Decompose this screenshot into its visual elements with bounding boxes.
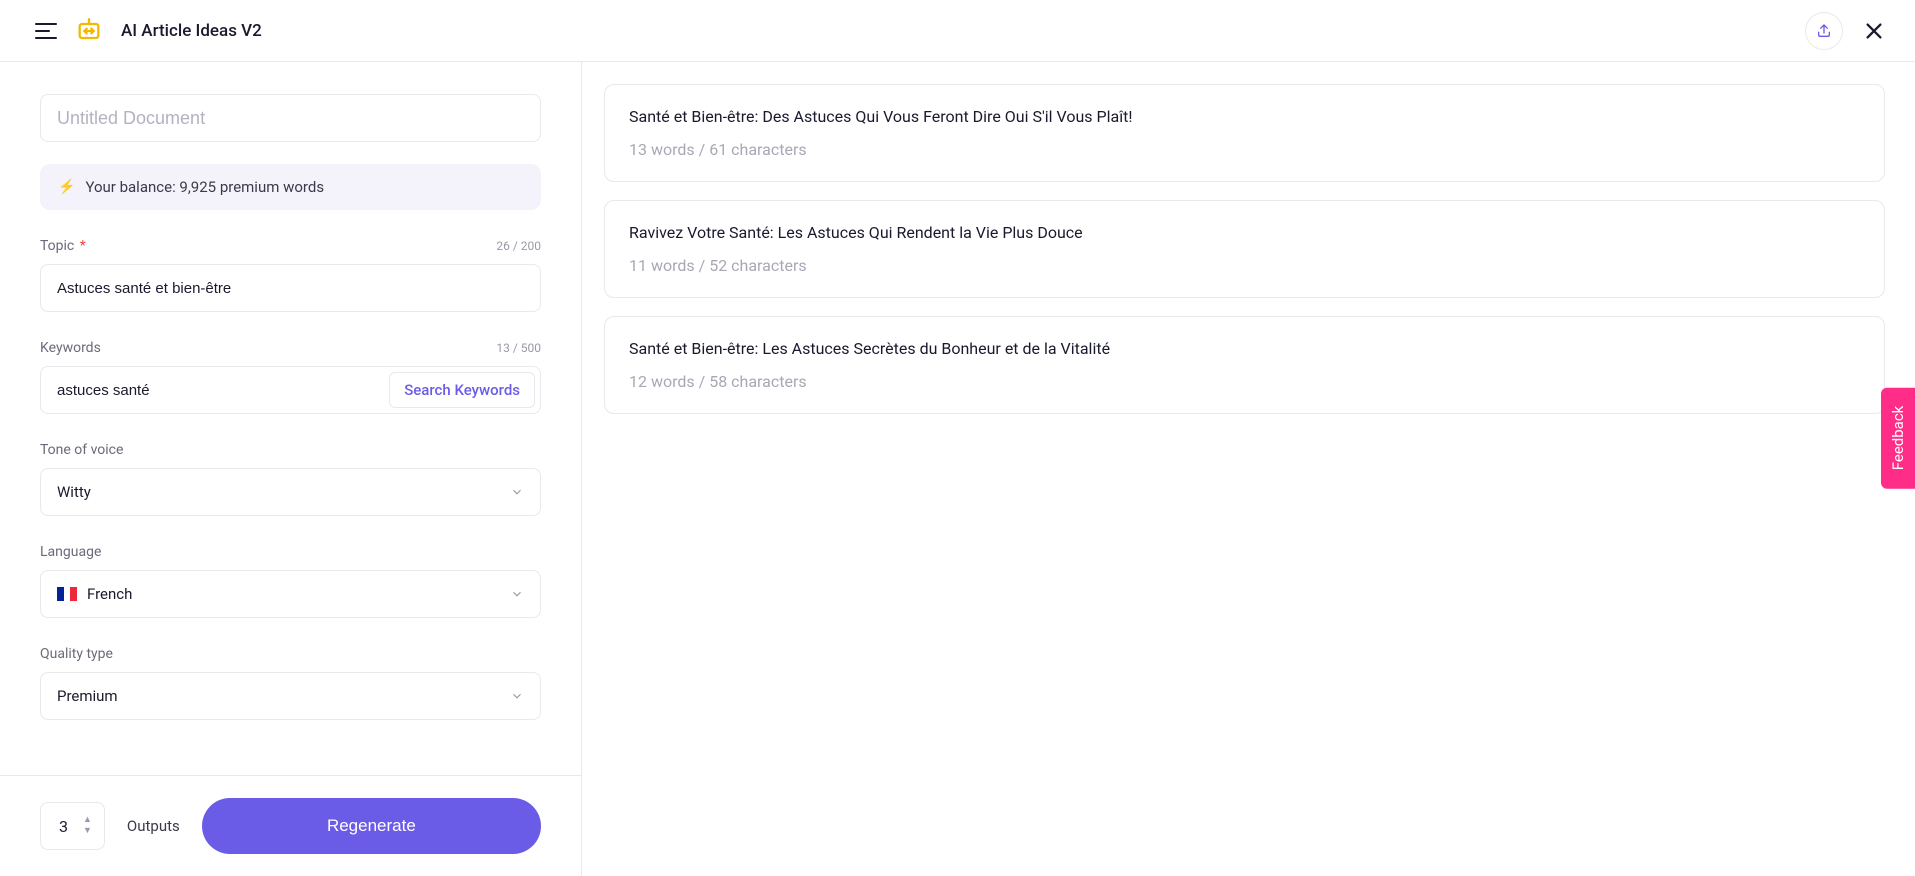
feedback-label: Feedback bbox=[1889, 406, 1907, 471]
sidebar: ⚡ Your balance: 9,925 premium words Topi… bbox=[0, 62, 582, 876]
regenerate-button[interactable]: Regenerate bbox=[202, 798, 541, 854]
document-title-input[interactable] bbox=[40, 94, 541, 142]
result-card[interactable]: Santé et Bien-être: Des Astuces Qui Vous… bbox=[604, 84, 1885, 182]
keywords-counter: 13 / 500 bbox=[496, 341, 541, 355]
result-meta: 12 words / 58 characters bbox=[629, 372, 1860, 391]
output-count-stepper[interactable]: 3 ▲ ▼ bbox=[40, 802, 105, 850]
language-select[interactable]: French bbox=[40, 570, 541, 618]
topic-input[interactable] bbox=[40, 264, 541, 312]
quality-select[interactable]: Premium bbox=[40, 672, 541, 720]
language-value: French bbox=[87, 585, 132, 603]
tone-label: Tone of voice bbox=[40, 442, 123, 458]
result-meta: 11 words / 52 characters bbox=[629, 256, 1860, 275]
app-title: AI Article Ideas V2 bbox=[121, 21, 262, 41]
topic-counter: 26 / 200 bbox=[496, 239, 541, 253]
app-logo-icon bbox=[75, 17, 103, 45]
app-header: AI Article Ideas V2 bbox=[0, 0, 1915, 62]
result-card[interactable]: Ravivez Votre Santé: Les Astuces Qui Ren… bbox=[604, 200, 1885, 298]
chevron-up-icon[interactable]: ▲ bbox=[83, 816, 92, 825]
balance-pill: ⚡ Your balance: 9,925 premium words bbox=[40, 164, 541, 210]
header-right bbox=[1805, 12, 1885, 50]
chevron-down-icon[interactable]: ▼ bbox=[83, 827, 92, 836]
outputs-label: Outputs bbox=[127, 817, 180, 835]
share-button[interactable] bbox=[1805, 12, 1843, 50]
feedback-tab[interactable]: Feedback bbox=[1881, 388, 1915, 489]
language-label: Language bbox=[40, 544, 101, 560]
search-keywords-button[interactable]: Search Keywords bbox=[389, 372, 535, 408]
header-left: AI Article Ideas V2 bbox=[35, 17, 262, 45]
chevron-down-icon bbox=[510, 485, 524, 499]
close-icon[interactable] bbox=[1863, 20, 1885, 42]
chevron-down-icon bbox=[510, 587, 524, 601]
result-title: Santé et Bien-être: Les Astuces Secrètes… bbox=[629, 339, 1860, 358]
quality-value: Premium bbox=[57, 687, 118, 705]
keywords-label: Keywords bbox=[40, 340, 101, 356]
output-count-value: 3 bbox=[59, 817, 73, 836]
tone-value: Witty bbox=[57, 483, 91, 501]
sidebar-footer: 3 ▲ ▼ Outputs Regenerate bbox=[0, 775, 581, 876]
bolt-icon: ⚡ bbox=[58, 179, 75, 195]
results-panel: Santé et Bien-être: Des Astuces Qui Vous… bbox=[582, 62, 1915, 876]
result-title: Ravivez Votre Santé: Les Astuces Qui Ren… bbox=[629, 223, 1860, 242]
quality-label: Quality type bbox=[40, 646, 113, 662]
share-icon bbox=[1816, 23, 1832, 39]
balance-text: Your balance: 9,925 premium words bbox=[85, 178, 324, 196]
flag-fr-icon bbox=[57, 587, 77, 601]
topic-label: Topic * bbox=[40, 238, 86, 254]
stepper-arrows[interactable]: ▲ ▼ bbox=[83, 816, 92, 836]
result-title: Santé et Bien-être: Des Astuces Qui Vous… bbox=[629, 107, 1860, 126]
chevron-down-icon bbox=[510, 689, 524, 703]
menu-icon[interactable] bbox=[35, 23, 57, 39]
result-card[interactable]: Santé et Bien-être: Les Astuces Secrètes… bbox=[604, 316, 1885, 414]
result-meta: 13 words / 61 characters bbox=[629, 140, 1860, 159]
tone-select[interactable]: Witty bbox=[40, 468, 541, 516]
